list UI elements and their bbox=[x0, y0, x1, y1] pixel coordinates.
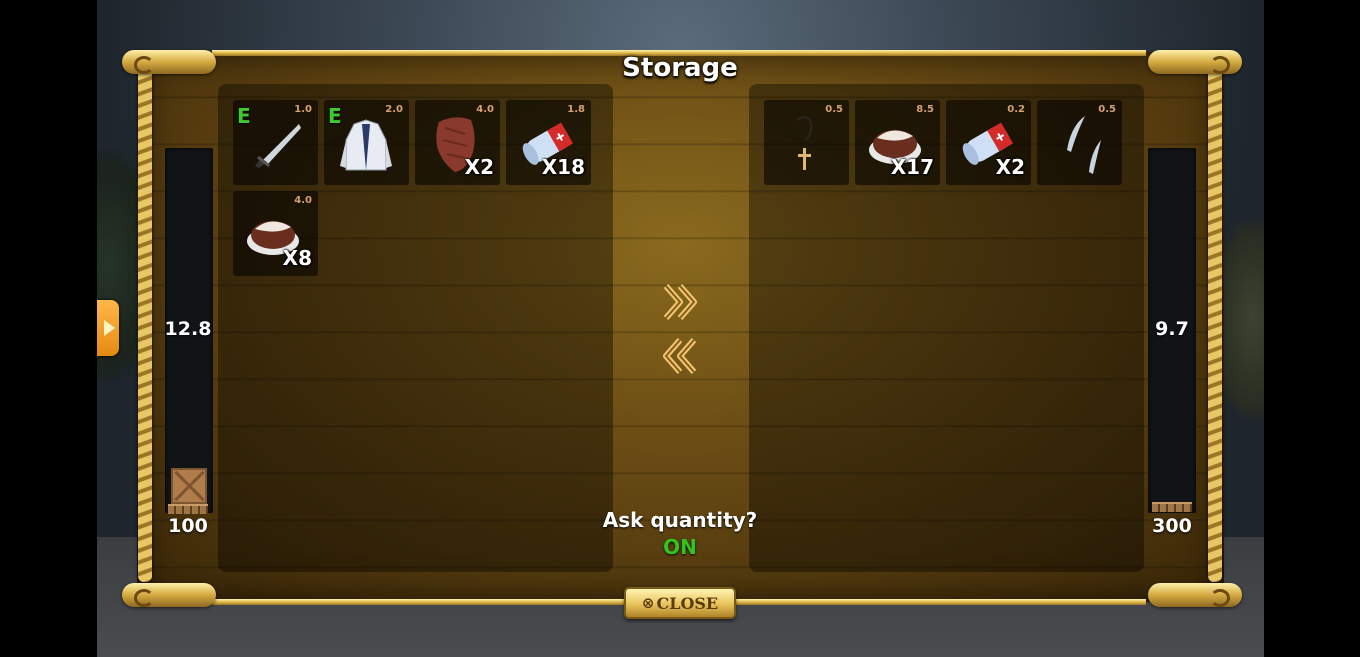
pallet-icon bbox=[1152, 502, 1192, 512]
scroll-ornament bbox=[122, 50, 216, 74]
side-panel-toggle[interactable] bbox=[97, 300, 119, 356]
ask-quantity-label: Ask quantity? bbox=[602, 508, 758, 532]
close-button[interactable]: ⊗ CLOSE bbox=[624, 587, 736, 619]
inventory-slot-knife[interactable]: E 1.0 bbox=[233, 100, 318, 185]
item-weight: 1.8 bbox=[567, 104, 585, 115]
item-weight: 0.5 bbox=[1098, 104, 1116, 115]
panel-title: Storage bbox=[622, 53, 738, 83]
item-weight: 4.0 bbox=[294, 195, 312, 206]
scroll-ornament bbox=[1148, 50, 1242, 74]
item-quantity: X2 bbox=[995, 155, 1025, 179]
item-quantity: X2 bbox=[464, 155, 494, 179]
equipped-badge: E bbox=[237, 104, 251, 128]
item-weight: 8.5 bbox=[916, 104, 934, 115]
item-weight: 0.5 bbox=[825, 104, 843, 115]
scroll-ornament bbox=[1148, 583, 1242, 607]
scroll-ornament bbox=[122, 583, 216, 607]
storage-slot-cooked-meat[interactable]: 8.5 X17 bbox=[855, 100, 940, 185]
double-chevron-left-icon bbox=[663, 338, 697, 374]
storage-slot-rosary[interactable]: 0.5 bbox=[764, 100, 849, 185]
close-button-label: CLOSE bbox=[656, 593, 719, 613]
move-to-storage-button[interactable] bbox=[660, 282, 700, 322]
storage-weight-value: 9.7 bbox=[1155, 318, 1189, 340]
item-quantity: X17 bbox=[890, 155, 934, 179]
item-weight: 0.2 bbox=[1007, 104, 1025, 115]
inventory-slot-jacket[interactable]: E 2.0 bbox=[324, 100, 409, 185]
play-arrow-icon bbox=[103, 320, 115, 336]
rope-border-left bbox=[138, 62, 152, 582]
item-weight: 2.0 bbox=[385, 104, 403, 115]
inventory-slot-bandage[interactable]: 1.8 X18 bbox=[506, 100, 591, 185]
circle-x-icon: ⊗ bbox=[641, 594, 655, 612]
equipped-badge: E bbox=[328, 104, 342, 128]
move-to-player-button[interactable] bbox=[660, 336, 700, 376]
storage-slot-bandage[interactable]: 0.2 X2 bbox=[946, 100, 1031, 185]
inventory-slot-cooked-meat[interactable]: 4.0 X8 bbox=[233, 191, 318, 276]
inventory-slot-leather[interactable]: 4.0 X2 bbox=[415, 100, 500, 185]
crate-icon bbox=[171, 468, 207, 504]
double-chevron-right-icon bbox=[663, 284, 697, 320]
item-quantity: X18 bbox=[541, 155, 585, 179]
item-weight: 4.0 bbox=[476, 104, 494, 115]
player-capacity-value: 100 bbox=[168, 515, 208, 537]
storage-capacity-value: 300 bbox=[1152, 515, 1192, 537]
rope-border-right bbox=[1208, 62, 1222, 582]
player-weight-value: 12.8 bbox=[164, 318, 212, 340]
pallet-icon bbox=[168, 504, 208, 514]
storage-slot-teeth[interactable]: 0.5 bbox=[1037, 100, 1122, 185]
ask-quantity-toggle[interactable]: ON bbox=[600, 535, 760, 559]
item-quantity: X8 bbox=[282, 246, 312, 270]
item-weight: 1.0 bbox=[294, 104, 312, 115]
